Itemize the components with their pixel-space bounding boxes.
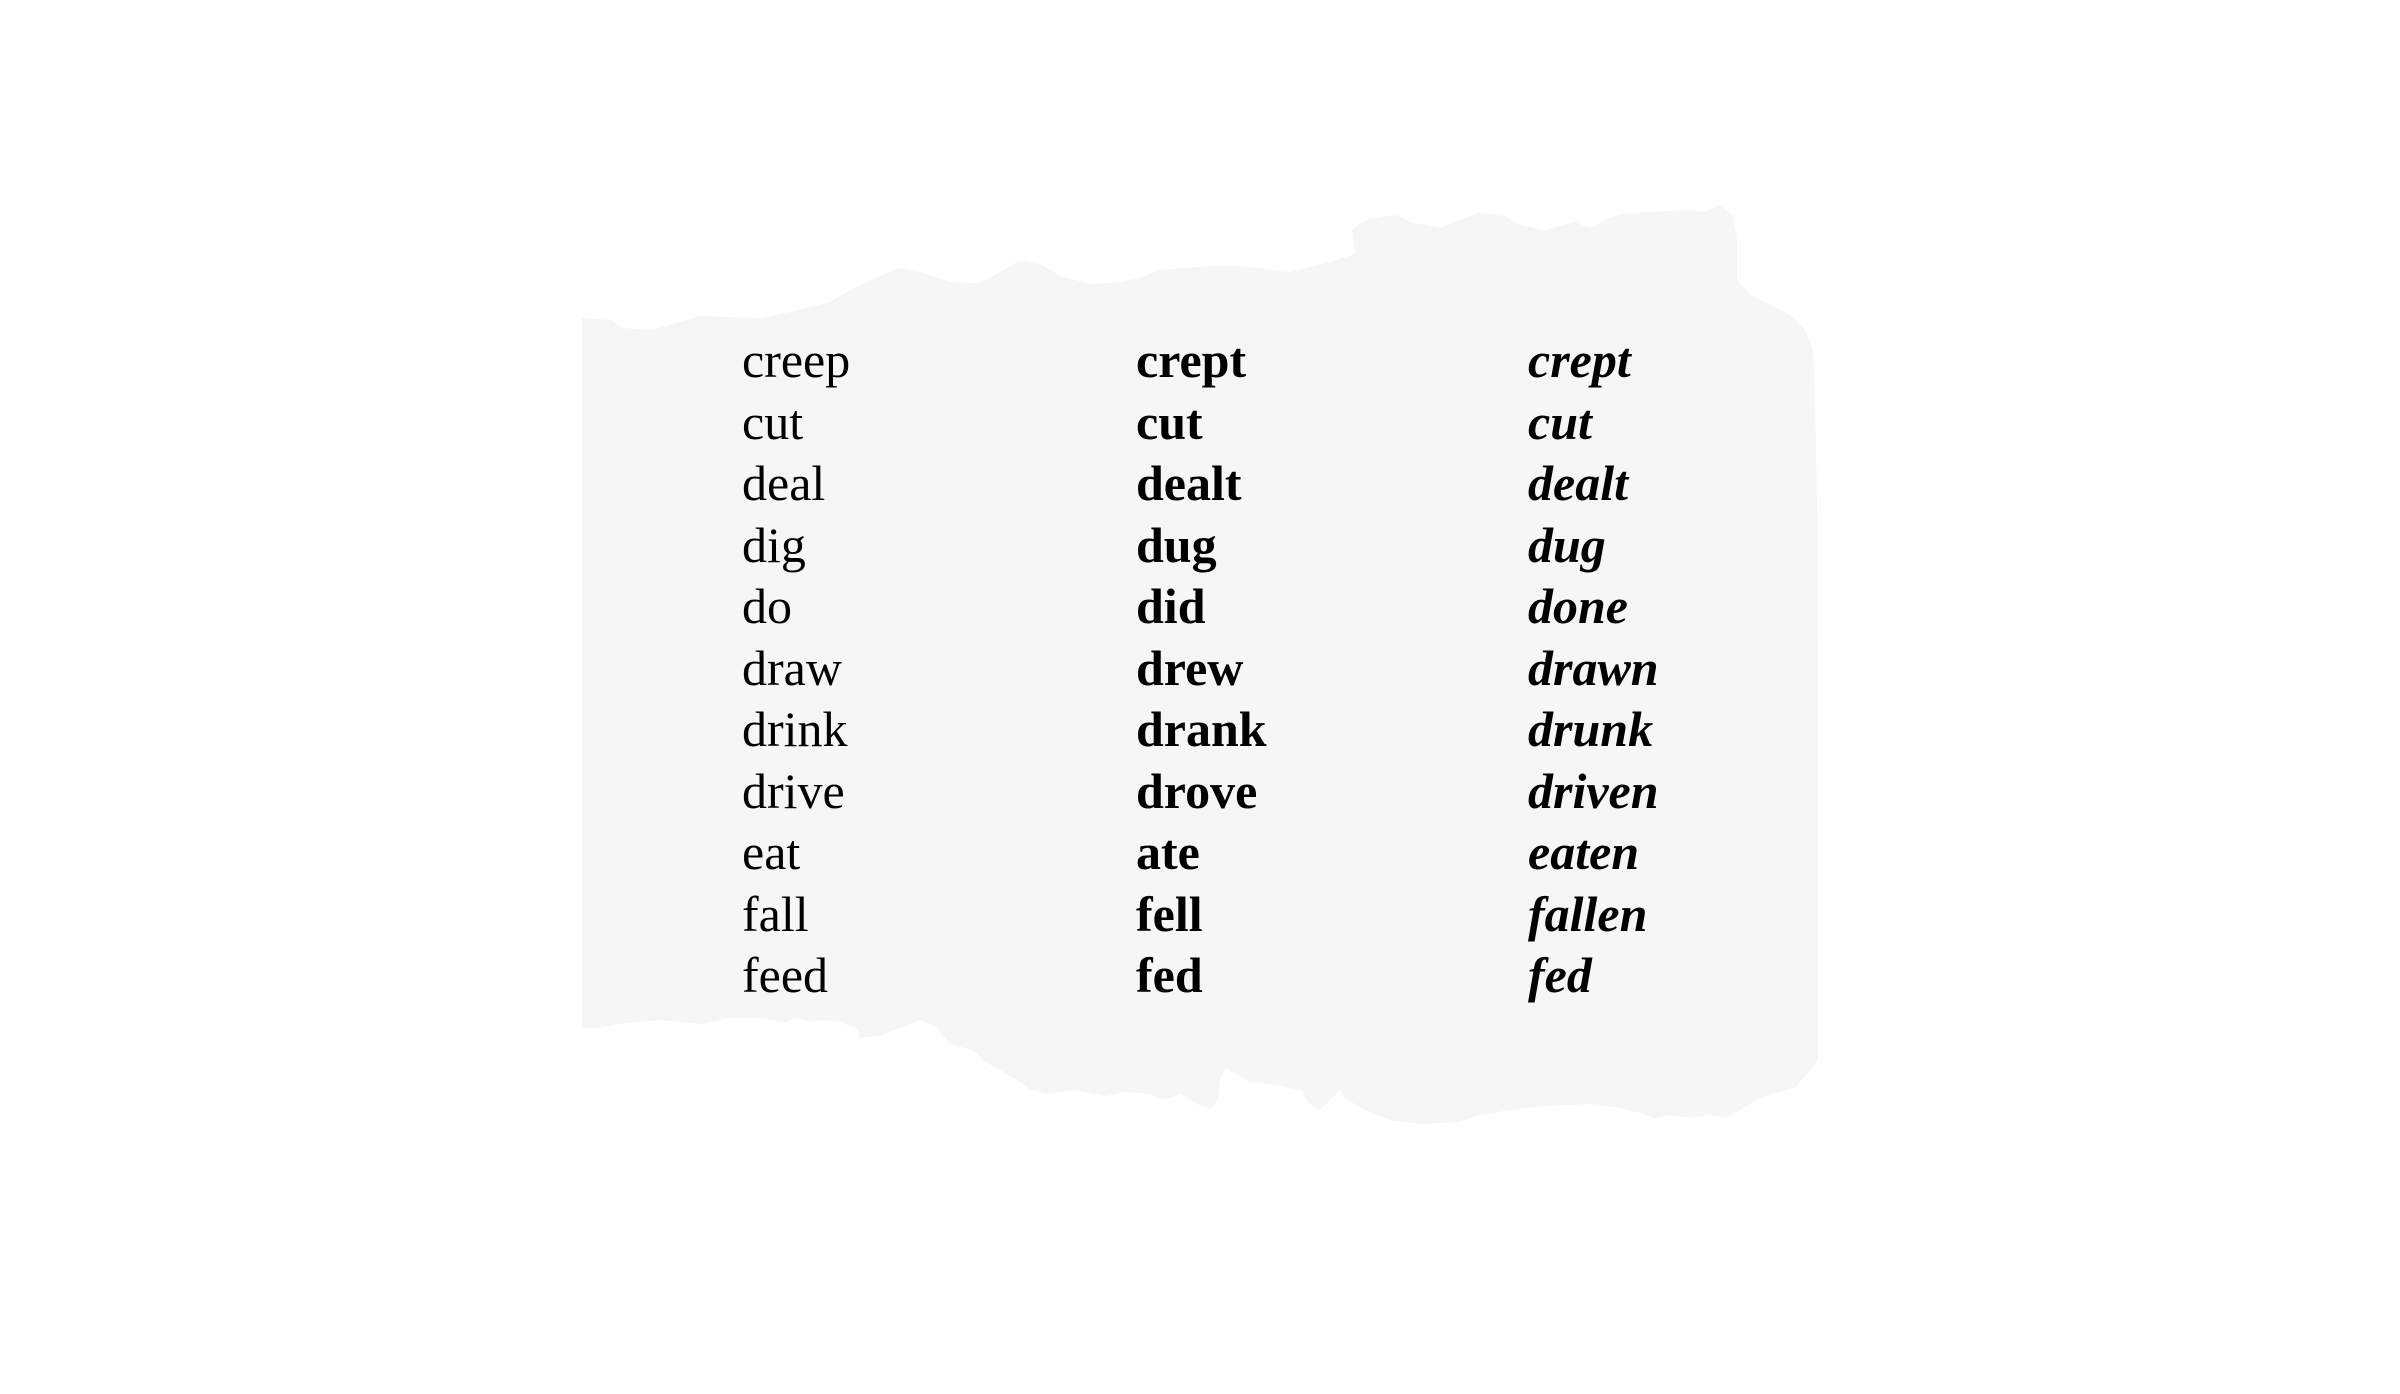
past-simple: drew <box>1136 639 1244 696</box>
past-simple: fell <box>1136 885 1203 942</box>
base-form: feed <box>742 947 829 1003</box>
past-participle: fallen <box>1528 885 1648 942</box>
past-participle: dug <box>1528 516 1606 573</box>
base-form: drive <box>742 762 845 819</box>
past-simple: drank <box>1136 701 1267 757</box>
past-simple-column: crept cut dealt dug did drew drank drove… <box>1136 330 1267 1007</box>
past-simple: did <box>1136 578 1206 634</box>
past-participle: drawn <box>1528 639 1659 696</box>
past-participle-column: crept cut dealt dug done drawn drunk dri… <box>1528 330 1659 1007</box>
base-form: draw <box>742 639 842 696</box>
past-simple: ate <box>1136 824 1200 880</box>
base-form: creep <box>742 332 851 388</box>
past-simple: fed <box>1136 947 1203 1003</box>
past-simple: dealt <box>1136 455 1242 511</box>
past-simple: dug <box>1136 516 1217 573</box>
base-form: dig <box>742 516 806 573</box>
past-participle: drunk <box>1528 701 1654 757</box>
past-simple: cut <box>1136 393 1203 450</box>
past-participle: cut <box>1528 393 1592 450</box>
base-form: cut <box>742 393 804 450</box>
past-participle: fed <box>1528 947 1592 1003</box>
past-participle: crept <box>1528 332 1631 388</box>
base-form-column: creep cut deal dig do draw drink drive e… <box>742 330 850 1007</box>
past-simple: crept <box>1136 332 1247 388</box>
past-participle: eaten <box>1528 824 1640 880</box>
base-form: do <box>742 578 792 634</box>
past-participle: done <box>1528 578 1628 634</box>
past-participle: dealt <box>1528 455 1628 511</box>
base-form: deal <box>742 455 826 511</box>
base-form: eat <box>742 824 801 880</box>
past-participle: driven <box>1528 762 1659 819</box>
base-form: fall <box>742 885 809 942</box>
past-simple: drove <box>1136 762 1258 819</box>
base-form: drink <box>742 701 848 757</box>
